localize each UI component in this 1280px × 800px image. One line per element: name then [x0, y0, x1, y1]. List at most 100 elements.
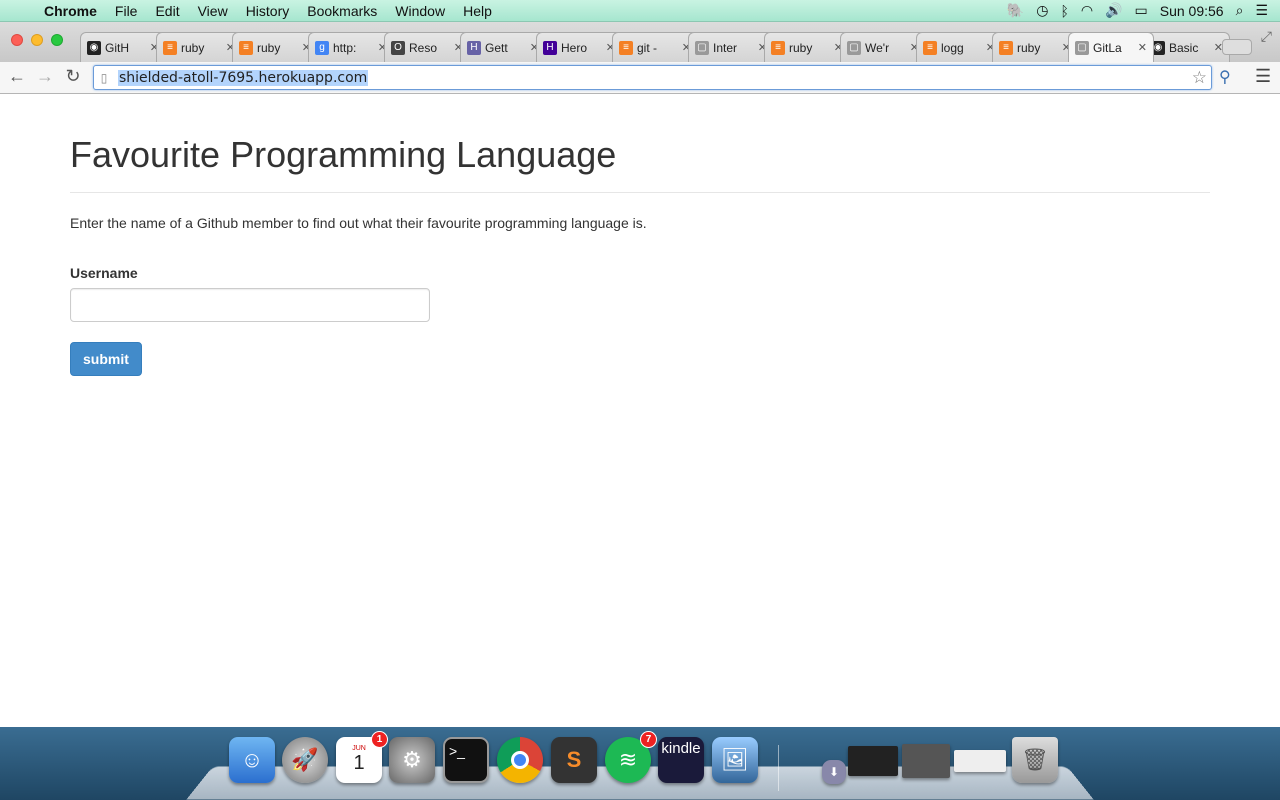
downloads-stack-icon[interactable]: ⬇	[822, 760, 846, 784]
menu-view[interactable]: View	[189, 3, 237, 19]
heroku-icon: H	[467, 40, 481, 55]
page-icon: ▢	[847, 40, 861, 55]
chrome-menu-icon[interactable]: ☰	[1255, 66, 1271, 87]
title-divider	[70, 192, 1210, 193]
calendar-icon[interactable]: JUN 1 1	[336, 731, 388, 783]
stackoverflow-icon: ≡	[923, 40, 937, 55]
tab-title: We'r	[865, 40, 890, 55]
tab-2[interactable]: ≡ ruby ✕	[232, 32, 318, 62]
tab-13[interactable]: ▢ GitLa ✕	[1068, 32, 1154, 62]
bookmark-star-icon[interactable]: ☆	[1192, 68, 1207, 88]
volume-icon[interactable]: 🔊	[1105, 2, 1122, 19]
tab-1[interactable]: ≡ ruby ✕	[156, 32, 242, 62]
forward-button[interactable]: →	[34, 66, 56, 87]
menu-window[interactable]: Window	[386, 3, 454, 19]
menu-history[interactable]: History	[237, 3, 299, 19]
minimized-window-browser[interactable]	[954, 750, 1006, 772]
minimized-window-sublime[interactable]	[902, 744, 950, 778]
tab-title: Reso	[409, 40, 438, 55]
tab-12[interactable]: ≡ ruby ✕	[992, 32, 1078, 62]
time-machine-icon[interactable]: ◷	[1036, 2, 1048, 19]
close-window-button[interactable]	[11, 34, 23, 46]
submit-button[interactable]: submit	[70, 342, 142, 376]
page-title: Favourite Programming Language	[70, 134, 617, 175]
url-text[interactable]: shielded-atoll-7695.herokuapp.com	[118, 69, 369, 86]
kindle-label: kindle	[661, 740, 701, 757]
spotlight-icon[interactable]: ⌕	[1236, 2, 1244, 19]
battery-icon[interactable]: ▭	[1135, 2, 1148, 19]
tab-title: GitLa	[1093, 40, 1122, 55]
tab-5[interactable]: H Gett ✕	[460, 32, 546, 62]
menu-help[interactable]: Help	[454, 3, 501, 19]
tab-title: Gett	[485, 40, 508, 55]
tab-8[interactable]: ▢ Inter ✕	[688, 32, 774, 62]
username-label: Username	[70, 265, 138, 281]
github-icon: ◉	[87, 40, 101, 55]
reload-button[interactable]: ↻	[62, 66, 84, 87]
stackoverflow-icon: ≡	[771, 40, 785, 55]
evernote-icon[interactable]: 🐘	[1007, 2, 1024, 19]
menu-bar: Chrome File Edit View History Bookmarks …	[0, 0, 1280, 22]
tab-title: http:	[333, 40, 357, 55]
tab-7[interactable]: ≡ git - ✕	[612, 32, 698, 62]
bluetooth-icon[interactable]: ᛒ	[1060, 3, 1068, 19]
finder-icon[interactable]: ☺	[229, 737, 275, 783]
minimized-window-spotify[interactable]	[848, 746, 898, 776]
page-icon: ▢	[695, 40, 709, 55]
sublime-text-icon[interactable]: S	[551, 737, 597, 783]
tab-title: ruby	[789, 40, 813, 55]
terminal-icon[interactable]: >_	[443, 737, 489, 783]
calendar-month: JUN	[352, 745, 366, 752]
address-bar[interactable]: ▯ shielded-atoll-7695.herokuapp.com ☆	[93, 65, 1212, 90]
minimize-window-button[interactable]	[31, 34, 43, 46]
trash-icon[interactable]: 🗑	[1012, 737, 1058, 783]
menu-app-chrome[interactable]: Chrome	[38, 3, 106, 19]
menu-bookmarks[interactable]: Bookmarks	[298, 3, 386, 19]
chrome-icon[interactable]	[497, 737, 543, 783]
kindle-icon[interactable]: kindle	[658, 737, 704, 783]
calendar-date: 1	[353, 752, 365, 774]
clock[interactable]: Sun 09:56	[1160, 3, 1224, 19]
tab-strip: ◉ GitH ✕ ≡ ruby ✕ ≡ ruby ✕ g http: ✕ O Reso ✕ H Gett ✕ H He…	[0, 22, 1280, 62]
google-icon: g	[315, 40, 329, 55]
extension-icon[interactable]: ⚲	[1219, 67, 1231, 87]
menu-file[interactable]: File	[106, 3, 147, 19]
tab-4[interactable]: O Reso ✕	[384, 32, 470, 62]
launchpad-icon[interactable]: 🚀	[282, 737, 328, 783]
stackoverflow-icon: ≡	[163, 40, 177, 55]
tab-11[interactable]: ≡ logg ✕	[916, 32, 1002, 62]
username-input[interactable]	[70, 288, 430, 322]
notification-center-icon[interactable]: ☰	[1255, 2, 1268, 19]
page-icon: ▢	[1075, 40, 1089, 55]
fullscreen-icon[interactable]: ⤢	[1261, 28, 1272, 45]
tab-title: Basic	[1169, 40, 1199, 55]
resource-icon: O	[391, 40, 405, 55]
tab-9[interactable]: ≡ ruby ✕	[764, 32, 850, 62]
tab-6[interactable]: H Hero ✕	[536, 32, 622, 62]
page-icon: ▯	[100, 70, 108, 85]
system-preferences-icon[interactable]: ⚙	[389, 737, 435, 783]
stackoverflow-icon: ≡	[999, 40, 1013, 55]
browser-toolbar: ← → ↻ ▯ shielded-atoll-7695.herokuapp.co…	[0, 62, 1280, 94]
tab-14[interactable]: ◉ Basic ✕	[1144, 32, 1230, 62]
tab-10[interactable]: ▢ We'r ✕	[840, 32, 926, 62]
tab-title: GitH	[105, 40, 129, 55]
menu-edit[interactable]: Edit	[146, 3, 188, 19]
spotify-badge: 7	[640, 731, 657, 748]
preview-icon[interactable]: 🖼	[712, 737, 758, 783]
web-page: Favourite Programming Language Enter the…	[0, 94, 1280, 727]
tab-title: logg	[941, 40, 964, 55]
wifi-icon[interactable]: ◠	[1081, 2, 1093, 19]
zoom-window-button[interactable]	[51, 34, 63, 46]
tab-3[interactable]: g http: ✕	[308, 32, 394, 62]
spotify-icon[interactable]: ≋ 7	[605, 731, 657, 783]
tab-close-icon[interactable]: ✕	[1138, 41, 1147, 54]
back-button[interactable]: ←	[6, 66, 28, 87]
tab-title: ruby	[257, 40, 281, 55]
stackoverflow-icon: ≡	[619, 40, 633, 55]
stackoverflow-icon: ≡	[239, 40, 253, 55]
tab-title: ruby	[181, 40, 205, 55]
tab-0[interactable]: ◉ GitH ✕	[80, 32, 166, 62]
dock-separator	[778, 745, 779, 791]
new-tab-button[interactable]	[1222, 39, 1252, 55]
